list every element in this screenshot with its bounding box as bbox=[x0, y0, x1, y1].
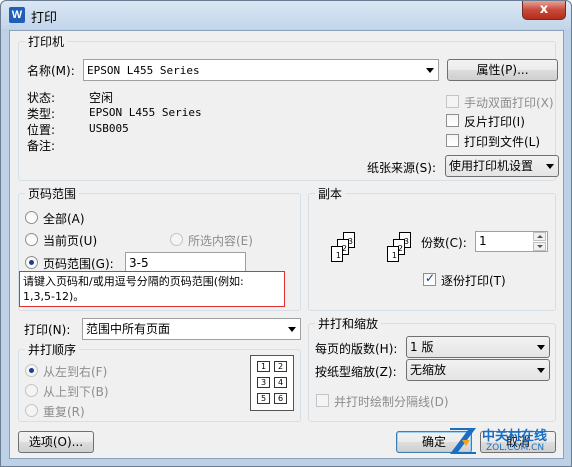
collate-checkbox[interactable] bbox=[423, 271, 436, 286]
print-order-group: 并打顺序 从左到右(F) 从上到下(B) 重复(R) 1 2 3 4 5 6 bbox=[18, 341, 301, 422]
collated-pages-icon: 3 2 1 bbox=[379, 232, 419, 282]
title-bar[interactable]: W 打印 x bbox=[1, 1, 571, 29]
chevron-down-icon bbox=[537, 345, 545, 350]
order-cell: 1 bbox=[257, 361, 270, 372]
print-what-select[interactable]: 范围中所有页面 bbox=[82, 318, 301, 340]
zol-logo-icon bbox=[450, 428, 476, 454]
scale-select[interactable]: 无缩放 bbox=[406, 359, 550, 381]
print-to-file-label: 打印到文件(L) bbox=[464, 135, 541, 149]
page-1: 1 bbox=[331, 246, 343, 262]
pages-per-sheet-select[interactable]: 1 版 bbox=[406, 336, 550, 358]
watermark-brand: 中关村在线 bbox=[482, 429, 548, 444]
order-cell: 5 bbox=[257, 393, 270, 404]
print-dialog-window: W 打印 x 打印机 名称(M): EPSON L455 Series 属性(P… bbox=[0, 0, 572, 467]
order-ttb-label: 从上到下(B) bbox=[43, 385, 109, 399]
dialog-title: 打印 bbox=[31, 11, 58, 26]
order-cell: 4 bbox=[274, 377, 287, 388]
spin-down-icon[interactable] bbox=[533, 242, 546, 251]
status-value: 空闲 bbox=[89, 91, 114, 105]
order-ttb-radio[interactable] bbox=[25, 384, 38, 397]
copies-group-label: 副本 bbox=[315, 185, 346, 202]
close-button[interactable]: x bbox=[522, 1, 566, 20]
status-label: 状态: bbox=[27, 91, 56, 105]
zol-watermark: 中关村在线 ZOL.COM.CN bbox=[448, 425, 560, 457]
type-value: EPSON L455 Series bbox=[89, 106, 202, 119]
pages-per-sheet-value: 1 版 bbox=[410, 340, 434, 354]
order-cell: 3 bbox=[257, 377, 270, 388]
options-button[interactable]: 选项(O)... bbox=[18, 431, 94, 453]
chevron-down-icon bbox=[537, 368, 545, 373]
draw-lines-label: 并打时绘制分隔线(D) bbox=[334, 395, 449, 409]
copies-count-value: 1 bbox=[479, 234, 487, 248]
order-cell: 6 bbox=[274, 393, 287, 404]
order-cell: 2 bbox=[274, 361, 287, 372]
range-all-label: 全部(A) bbox=[43, 212, 85, 226]
reverse-print-label: 反片打印(I) bbox=[464, 115, 525, 129]
copies-group: 副本 3 2 1 3 2 1 份数(C): 1 逐份打印(T) bbox=[308, 185, 556, 311]
page-1: 1 bbox=[387, 246, 399, 262]
printer-name-label: 名称(M): bbox=[27, 64, 75, 78]
print-to-file-checkbox[interactable] bbox=[446, 134, 459, 147]
range-selection-radio[interactable] bbox=[170, 233, 183, 246]
chevron-down-icon bbox=[426, 68, 434, 73]
type-label: 类型: bbox=[27, 107, 56, 121]
chevron-down-icon bbox=[546, 164, 554, 169]
paper-source-label: 纸张来源(S): bbox=[367, 161, 437, 175]
print-order-group-label: 并打顺序 bbox=[25, 341, 80, 358]
watermark-domain: ZOL.COM.CN bbox=[486, 443, 545, 453]
chevron-down-icon bbox=[288, 327, 296, 332]
spin-up-icon[interactable] bbox=[533, 232, 546, 241]
printer-properties-button[interactable]: 属性(P)... bbox=[447, 59, 558, 81]
copies-count-label: 份数(C): bbox=[421, 236, 467, 250]
range-all-radio[interactable] bbox=[25, 211, 38, 224]
scale-value: 无缩放 bbox=[410, 363, 447, 377]
printer-name-select[interactable]: EPSON L455 Series bbox=[83, 59, 439, 81]
range-current-radio[interactable] bbox=[25, 233, 38, 246]
reverse-print-checkbox[interactable] bbox=[446, 114, 459, 127]
collate-label: 逐份打印(T) bbox=[441, 274, 506, 288]
dialog-body: 打印机 名称(M): EPSON L455 Series 属性(P)... 状态… bbox=[9, 30, 564, 459]
page-range-hint: 请键入页码和/或用逗号分隔的页码范围(例如: 1,3,5-12)。 bbox=[19, 271, 285, 307]
printer-group: 打印机 名称(M): EPSON L455 Series 属性(P)... 状态… bbox=[18, 33, 559, 181]
pages-per-sheet-label: 每页的版数(H): bbox=[315, 342, 398, 356]
copies-count-spinner[interactable]: 1 bbox=[475, 231, 548, 252]
zoom-group: 并打和缩放 每页的版数(H): 1 版 按纸型缩放(Z): 无缩放 并打时绘制分… bbox=[308, 315, 556, 422]
order-repeat-label: 重复(R) bbox=[43, 405, 85, 419]
range-pages-label: 页码范围(G): bbox=[43, 257, 114, 271]
paper-source-select[interactable]: 使用打印机设置 bbox=[445, 155, 559, 177]
print-order-preview: 1 2 3 4 5 6 bbox=[250, 355, 294, 411]
print-what-value: 范围中所有页面 bbox=[86, 322, 171, 336]
hint-line-2: 1,3,5-12)。 bbox=[23, 290, 85, 303]
manual-duplex-label: 手动双面打印(X) bbox=[464, 96, 554, 110]
range-current-label: 当前页(U) bbox=[43, 234, 98, 248]
printer-group-label: 打印机 bbox=[25, 33, 68, 50]
order-ltr-radio[interactable] bbox=[25, 364, 38, 377]
range-selection-label: 所选内容(E) bbox=[188, 234, 253, 248]
uncollated-pages-icon: 3 2 1 bbox=[323, 232, 363, 282]
order-repeat-radio[interactable] bbox=[25, 404, 38, 417]
comment-label: 备注: bbox=[27, 139, 56, 153]
zoom-group-label: 并打和缩放 bbox=[315, 315, 382, 332]
page-range-group-label: 页码范围 bbox=[25, 185, 80, 202]
scale-label: 按纸型缩放(Z): bbox=[315, 365, 397, 379]
page-range-value: 3-5 bbox=[129, 256, 149, 270]
printer-name-value: EPSON L455 Series bbox=[87, 64, 200, 77]
manual-duplex-checkbox[interactable] bbox=[446, 95, 459, 108]
location-label: 位置: bbox=[27, 123, 56, 137]
print-what-label: 打印(N): bbox=[24, 323, 71, 337]
location-value: USB005 bbox=[89, 122, 129, 135]
wps-app-icon: W bbox=[9, 7, 25, 23]
paper-source-value: 使用打印机设置 bbox=[449, 159, 534, 173]
order-ltr-label: 从左到右(F) bbox=[43, 365, 108, 379]
hint-line-1: 请键入页码和/或用逗号分隔的页码范围(例如: bbox=[23, 275, 244, 288]
draw-lines-checkbox[interactable] bbox=[316, 394, 329, 407]
range-pages-radio[interactable] bbox=[25, 256, 38, 269]
